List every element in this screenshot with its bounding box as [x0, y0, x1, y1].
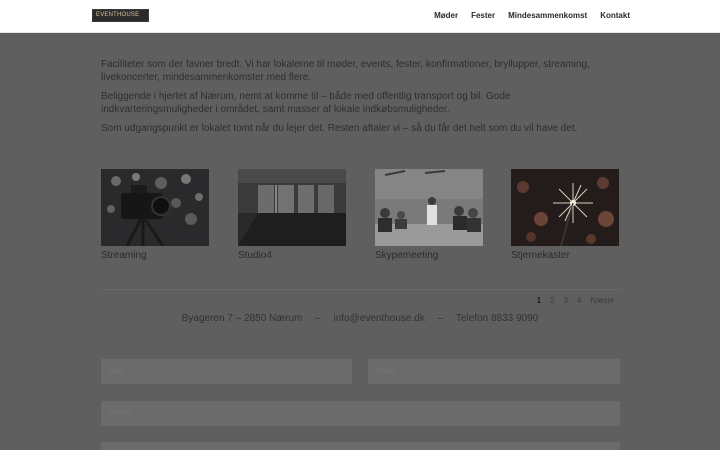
main-nav: Møder Fester Mindesammenkomst Kontakt	[434, 11, 630, 21]
camera-image[interactable]	[101, 169, 209, 246]
email-link[interactable]: info@eventhouse.dk	[334, 313, 425, 324]
gallery-caption[interactable]: Stjernekaster	[511, 250, 619, 262]
intro-paragraph: Beliggende i hjertet af Nærum, nemt at k…	[101, 91, 511, 115]
intro-paragraph: Faciliteter som der favner bredt. Vi har…	[101, 59, 590, 83]
nav-item-mindesammenkomst[interactable]: Mindesammenkomst	[508, 11, 587, 21]
room-image[interactable]	[238, 169, 346, 246]
pagination: 1 2 3 4 Næste	[537, 296, 614, 305]
intro-text: Faciliteter som der favner bredt. Vi har…	[101, 59, 621, 143]
sparkler-image[interactable]	[511, 169, 619, 246]
gallery-caption[interactable]: Studio4	[238, 250, 346, 262]
next-page-link[interactable]: Næste	[590, 296, 614, 305]
gallery-item-skypemeeting[interactable]: Skypemeeting	[375, 169, 483, 262]
address-text: Byageren 7 – 2850 Nærum	[181, 313, 303, 324]
phone-text[interactable]: Telefon 8833 9090	[456, 313, 538, 324]
page-link-1[interactable]: 1	[537, 296, 541, 305]
site-header: EVENTHOUSE Møder Fester Mindesammenkomst…	[0, 0, 720, 33]
page-link-4[interactable]: 4	[577, 296, 581, 305]
intro-paragraph: Som udgangspunkt er lokalet tomt når du …	[101, 123, 578, 134]
page-link-3[interactable]: 3	[564, 296, 568, 305]
gallery-caption[interactable]: Skypemeeting	[375, 250, 483, 262]
name-field[interactable]	[101, 359, 352, 384]
email-field[interactable]	[368, 359, 620, 384]
page-link-2[interactable]: 2	[550, 296, 554, 305]
gallery-caption[interactable]: Streaming	[101, 250, 209, 262]
gallery-item-studio4[interactable]: Studio4	[238, 169, 346, 262]
section-divider	[101, 289, 621, 290]
phone-field[interactable]	[101, 401, 620, 426]
nav-item-fester[interactable]: Fester	[471, 11, 495, 21]
gallery-item-stjernekaster[interactable]: Stjernekaster	[511, 169, 619, 262]
separator: –	[437, 313, 444, 324]
gallery-grid: Streaming Studio4 Skypemeeting Stjerneka…	[101, 169, 621, 265]
gallery-item-streaming[interactable]: Streaming	[101, 169, 209, 262]
separator: –	[315, 313, 321, 324]
message-field[interactable]	[101, 442, 620, 450]
nav-item-kontakt[interactable]: Kontakt	[600, 11, 630, 21]
site-logo[interactable]: EVENTHOUSE	[92, 9, 149, 22]
meeting-image[interactable]	[375, 169, 483, 246]
contact-line: Byageren 7 – 2850 Nærum – info@eventhous…	[0, 313, 720, 324]
nav-item-moder[interactable]: Møder	[434, 11, 458, 21]
